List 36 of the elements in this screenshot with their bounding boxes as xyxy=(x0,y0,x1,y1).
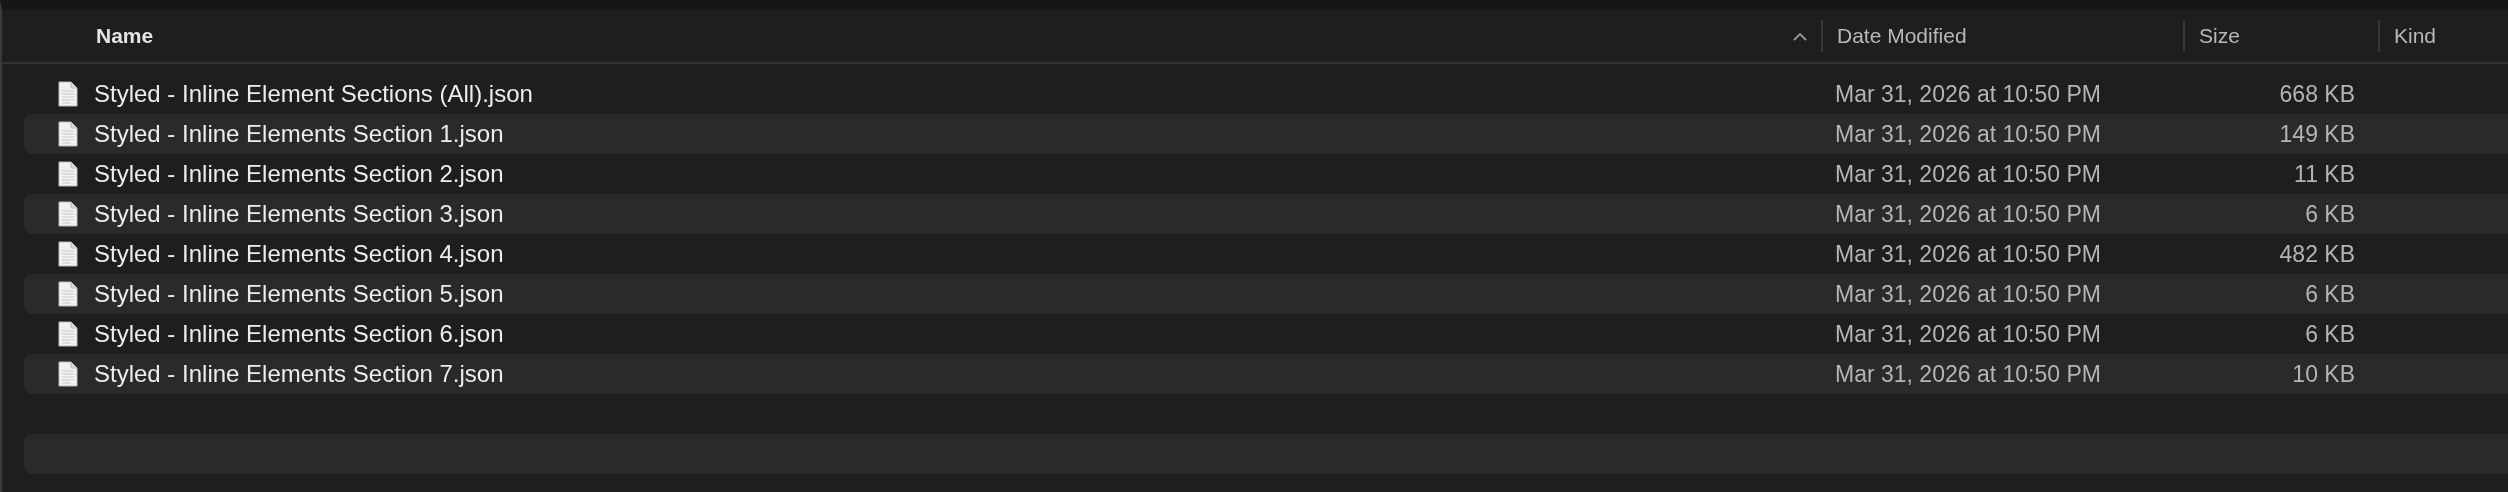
column-header[interactable]: Name xyxy=(96,24,154,48)
date-modified: Mar 31, 2026 at 10:50 PM xyxy=(1834,240,2102,268)
file-size: 149 KB xyxy=(2278,120,2355,148)
file-size: 6 KB xyxy=(2304,200,2355,228)
date-modified: Mar 31, 2026 at 10:50 PM xyxy=(1834,120,2102,148)
document-icon xyxy=(58,241,78,267)
document-icon xyxy=(58,201,78,227)
file-size: 482 KB xyxy=(2278,240,2355,268)
file-size: 10 KB xyxy=(2291,360,2355,388)
document-icon xyxy=(58,281,78,307)
file-name[interactable]: Styled - Inline Element Sections (All).json xyxy=(94,80,533,108)
file-size: 6 KB xyxy=(2304,280,2355,308)
document-icon xyxy=(58,81,78,107)
file-name[interactable]: Styled - Inline Elements Section 2.json xyxy=(94,160,504,188)
date-modified: Mar 31, 2026 at 10:50 PM xyxy=(1834,280,2102,308)
column-header[interactable]: Kind xyxy=(2394,24,2437,48)
column-header[interactable]: Size xyxy=(2199,24,2240,48)
date-modified: Mar 31, 2026 at 10:50 PM xyxy=(1834,80,2102,108)
file-size: 6 KB xyxy=(2304,320,2355,348)
file-name[interactable]: Styled - Inline Elements Section 6.json xyxy=(94,320,504,348)
column-header[interactable]: Date Modified xyxy=(1837,24,1967,48)
date-modified: Mar 31, 2026 at 10:50 PM xyxy=(1834,320,2102,348)
date-modified: Mar 31, 2026 at 10:50 PM xyxy=(1834,200,2102,228)
file-name[interactable]: Styled - Inline Elements Section 7.json xyxy=(94,360,504,388)
document-icon xyxy=(58,121,78,147)
file-size: 668 KB xyxy=(2278,80,2355,108)
document-icon xyxy=(58,361,78,387)
document-icon xyxy=(58,321,78,347)
file-name[interactable]: Styled - Inline Elements Section 5.json xyxy=(94,280,504,308)
date-modified: Mar 31, 2026 at 10:50 PM xyxy=(1834,360,2102,388)
document-icon xyxy=(58,161,78,187)
file-name[interactable]: Styled - Inline Elements Section 3.json xyxy=(94,200,504,228)
date-modified: Mar 31, 2026 at 10:50 PM xyxy=(1834,160,2102,188)
file-name[interactable]: Styled - Inline Elements Section 4.json xyxy=(94,240,504,268)
file-size: 11 KB xyxy=(2293,160,2355,188)
file-name[interactable]: Styled - Inline Elements Section 1.json xyxy=(94,120,504,148)
